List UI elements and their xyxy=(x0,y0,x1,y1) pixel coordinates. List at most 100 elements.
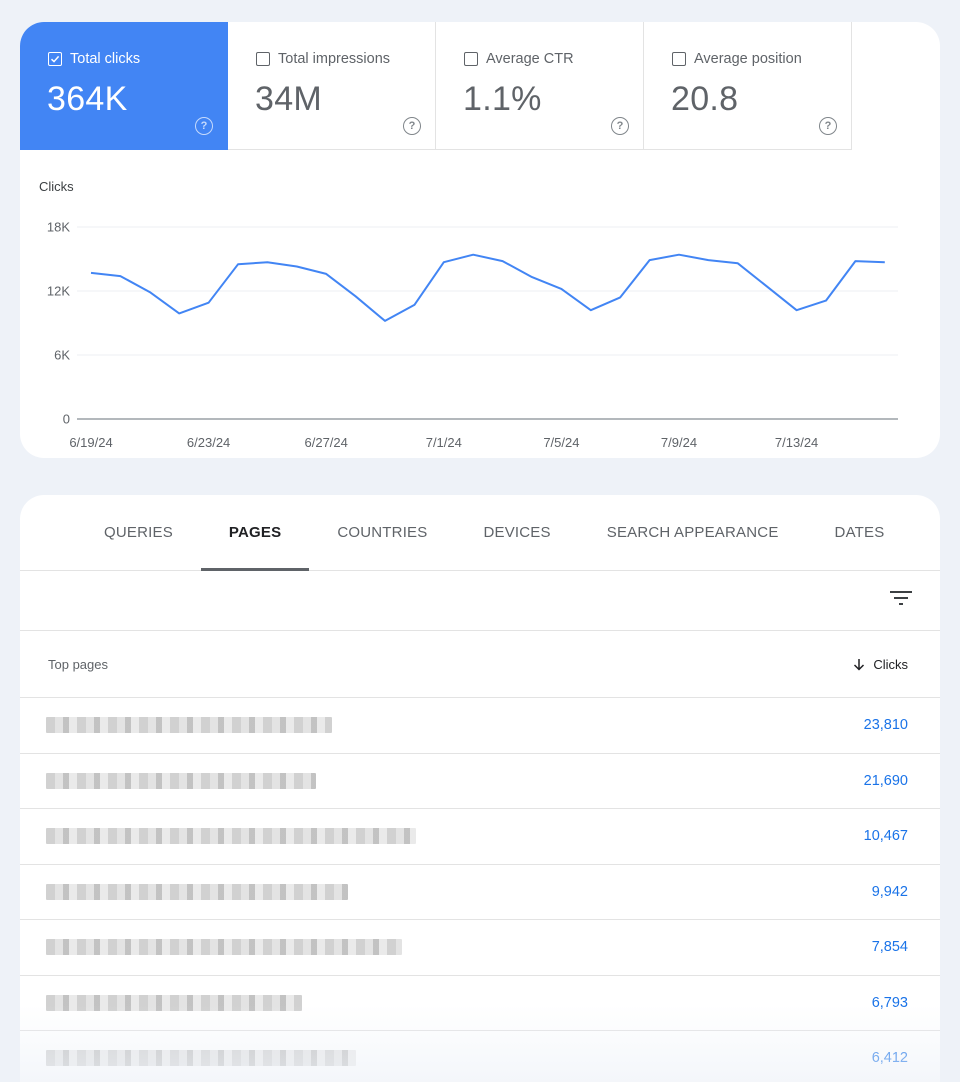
y-tick-label: 6K xyxy=(54,348,70,363)
help-circle-icon[interactable]: ? xyxy=(195,117,213,135)
tab-queries[interactable]: QUERIES xyxy=(76,495,201,569)
data-point[interactable] xyxy=(585,304,597,316)
x-tick-label: 7/13/24 xyxy=(775,435,818,450)
page-url-redacted[interactable] xyxy=(46,994,302,1011)
table-row[interactable]: 21,690 xyxy=(20,754,940,809)
data-point[interactable] xyxy=(438,256,450,268)
column-header-clicks[interactable]: Clicks xyxy=(853,657,908,672)
table-toolbar xyxy=(20,571,940,631)
clicks-value: 6,793 xyxy=(871,994,908,1011)
data-point[interactable] xyxy=(114,270,126,282)
data-point[interactable] xyxy=(673,249,685,261)
data-point[interactable] xyxy=(85,267,97,279)
tab-devices[interactable]: DEVICES xyxy=(455,495,578,569)
y-tick-label: 12K xyxy=(47,284,70,299)
clicks-value: 6,412 xyxy=(871,1050,908,1066)
x-tick-label: 6/27/24 xyxy=(305,435,348,450)
tab-countries[interactable]: COUNTRIES xyxy=(309,495,455,569)
clicks-chart: Clicks 0 6K 12K 18K 6/19/24 6/23/24 6/27/24 7/1… xyxy=(20,172,940,458)
data-point[interactable] xyxy=(467,249,479,261)
metric-label: Total impressions xyxy=(278,51,391,67)
metric-total-impressions[interactable]: Total impressions 34M ? xyxy=(228,22,436,150)
checkbox-unchecked-icon[interactable] xyxy=(256,52,270,66)
tab-dates[interactable]: DATES xyxy=(807,495,913,569)
data-point[interactable] xyxy=(144,286,156,298)
page-url-redacted[interactable] xyxy=(46,939,402,955)
metric-label: Average position xyxy=(694,51,802,67)
table-header: Top pages Clicks xyxy=(20,631,940,698)
arrow-down-icon xyxy=(854,659,865,671)
data-point[interactable] xyxy=(526,271,538,283)
data-point[interactable] xyxy=(408,299,420,311)
help-circle-icon[interactable]: ? xyxy=(403,117,421,135)
x-tick-label: 6/19/24 xyxy=(69,435,112,450)
table-body: 23,810 21,690 10,467 9,942 7,854 6,793 6,412 xyxy=(20,698,940,1082)
help-circle-icon[interactable]: ? xyxy=(611,117,629,135)
data-point[interactable] xyxy=(644,254,656,266)
filter-list-icon[interactable] xyxy=(890,589,912,607)
data-point[interactable] xyxy=(497,255,509,267)
x-tick-label: 7/9/24 xyxy=(661,435,697,450)
data-point[interactable] xyxy=(732,257,744,269)
table-row[interactable]: 10,467 xyxy=(20,809,940,865)
table-row[interactable]: 7,854 xyxy=(20,920,940,976)
pages-table-card: QUERIES PAGES COUNTRIES DEVICES SEARCH APPEA… xyxy=(20,495,940,1082)
metric-average-ctr[interactable]: Average CTR 1.1% ? xyxy=(436,22,644,150)
data-point[interactable] xyxy=(820,295,832,307)
data-point[interactable] xyxy=(879,256,891,268)
table-row[interactable]: 9,942 xyxy=(20,865,940,920)
data-point[interactable] xyxy=(320,268,332,280)
dimension-tabs: QUERIES PAGES COUNTRIES DEVICES SEARCH APPEA… xyxy=(20,495,940,571)
y-tick-label: 0 xyxy=(63,412,70,427)
line-chart-svg: 0 6K 12K 18K 6/19/24 6/23/24 6/27/24 7/1/24 7/5/… xyxy=(47,220,898,450)
x-tick-label: 6/23/24 xyxy=(187,435,230,450)
clicks-value: 9,942 xyxy=(871,883,908,900)
metric-value: 1.1% xyxy=(463,80,542,118)
data-point[interactable] xyxy=(379,315,391,327)
page-url-redacted[interactable] xyxy=(46,717,332,733)
metric-tabs: Total clicks 364K ? Total impressions 34… xyxy=(20,22,940,150)
data-point[interactable] xyxy=(614,291,626,303)
help-circle-icon[interactable]: ? xyxy=(819,117,837,135)
table-row[interactable]: 6,793 xyxy=(20,976,940,1031)
data-point[interactable] xyxy=(203,297,215,309)
data-point[interactable] xyxy=(232,258,244,270)
y-tick-label: 18K xyxy=(47,220,70,235)
data-point[interactable] xyxy=(555,283,567,295)
data-point[interactable] xyxy=(702,254,714,266)
data-point[interactable] xyxy=(291,260,303,272)
clicks-value: 7,854 xyxy=(871,939,908,955)
checkbox-unchecked-icon[interactable] xyxy=(464,52,478,66)
column-header-label: Clicks xyxy=(873,657,908,672)
metric-value: 34M xyxy=(255,80,323,118)
tab-pages[interactable]: PAGES xyxy=(200,495,310,571)
page-url-redacted[interactable] xyxy=(46,828,416,844)
data-point[interactable] xyxy=(261,256,273,268)
metric-value: 20.8 xyxy=(671,80,739,118)
table-row[interactable]: 6,412 xyxy=(20,1031,940,1082)
data-point[interactable] xyxy=(791,304,803,316)
metric-label: Average CTR xyxy=(486,51,574,67)
column-header-top-pages: Top pages xyxy=(48,657,108,672)
checkbox-checked-icon[interactable] xyxy=(48,52,62,66)
checkbox-unchecked-icon[interactable] xyxy=(672,52,686,66)
page-url-redacted[interactable] xyxy=(46,1050,356,1066)
metric-value: 364K xyxy=(47,80,128,118)
metric-average-position[interactable]: Average position 20.8 ? xyxy=(644,22,852,150)
clicks-value: 21,690 xyxy=(863,772,908,789)
x-tick-label: 7/5/24 xyxy=(543,435,579,450)
data-point[interactable] xyxy=(849,255,861,267)
table-row[interactable]: 23,810 xyxy=(20,698,940,754)
page-url-redacted[interactable] xyxy=(46,883,348,900)
data-point[interactable] xyxy=(350,290,362,302)
page-url-redacted[interactable] xyxy=(46,772,316,789)
clicks-value: 10,467 xyxy=(863,828,908,844)
x-tick-label: 7/1/24 xyxy=(426,435,462,450)
metric-total-clicks[interactable]: Total clicks 364K ? xyxy=(20,22,228,150)
tab-search-appearance[interactable]: SEARCH APPEARANCE xyxy=(579,495,807,569)
data-point[interactable] xyxy=(173,307,185,319)
clicks-value: 23,810 xyxy=(863,717,908,733)
performance-card: Total clicks 364K ? Total impressions 34… xyxy=(20,22,940,458)
data-point[interactable] xyxy=(761,281,773,293)
metric-label: Total clicks xyxy=(70,51,141,67)
